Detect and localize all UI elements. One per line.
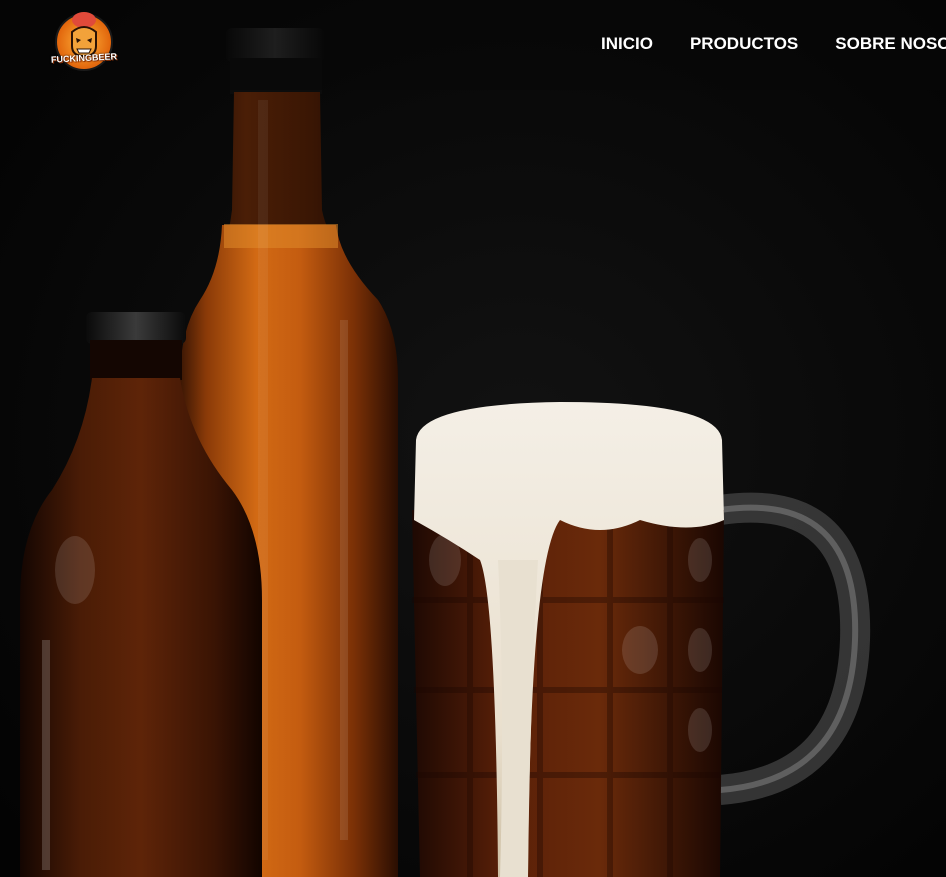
hero-image [0, 0, 946, 877]
top-navbar: FUCKINGBEER INICIO PRODUCTOS SOBRE NOSOT… [0, 0, 946, 90]
landing-page: FUCKINGBEER INICIO PRODUCTOS SOBRE NOSOT… [0, 0, 946, 877]
main-nav: INICIO PRODUCTOS SOBRE NOSOTROS [601, 34, 946, 54]
nav-item-inicio[interactable]: INICIO [601, 34, 653, 54]
nav-item-sobre-nosotros[interactable]: SOBRE NOSOTROS [835, 34, 946, 54]
nav-item-productos[interactable]: PRODUCTOS [690, 34, 798, 54]
